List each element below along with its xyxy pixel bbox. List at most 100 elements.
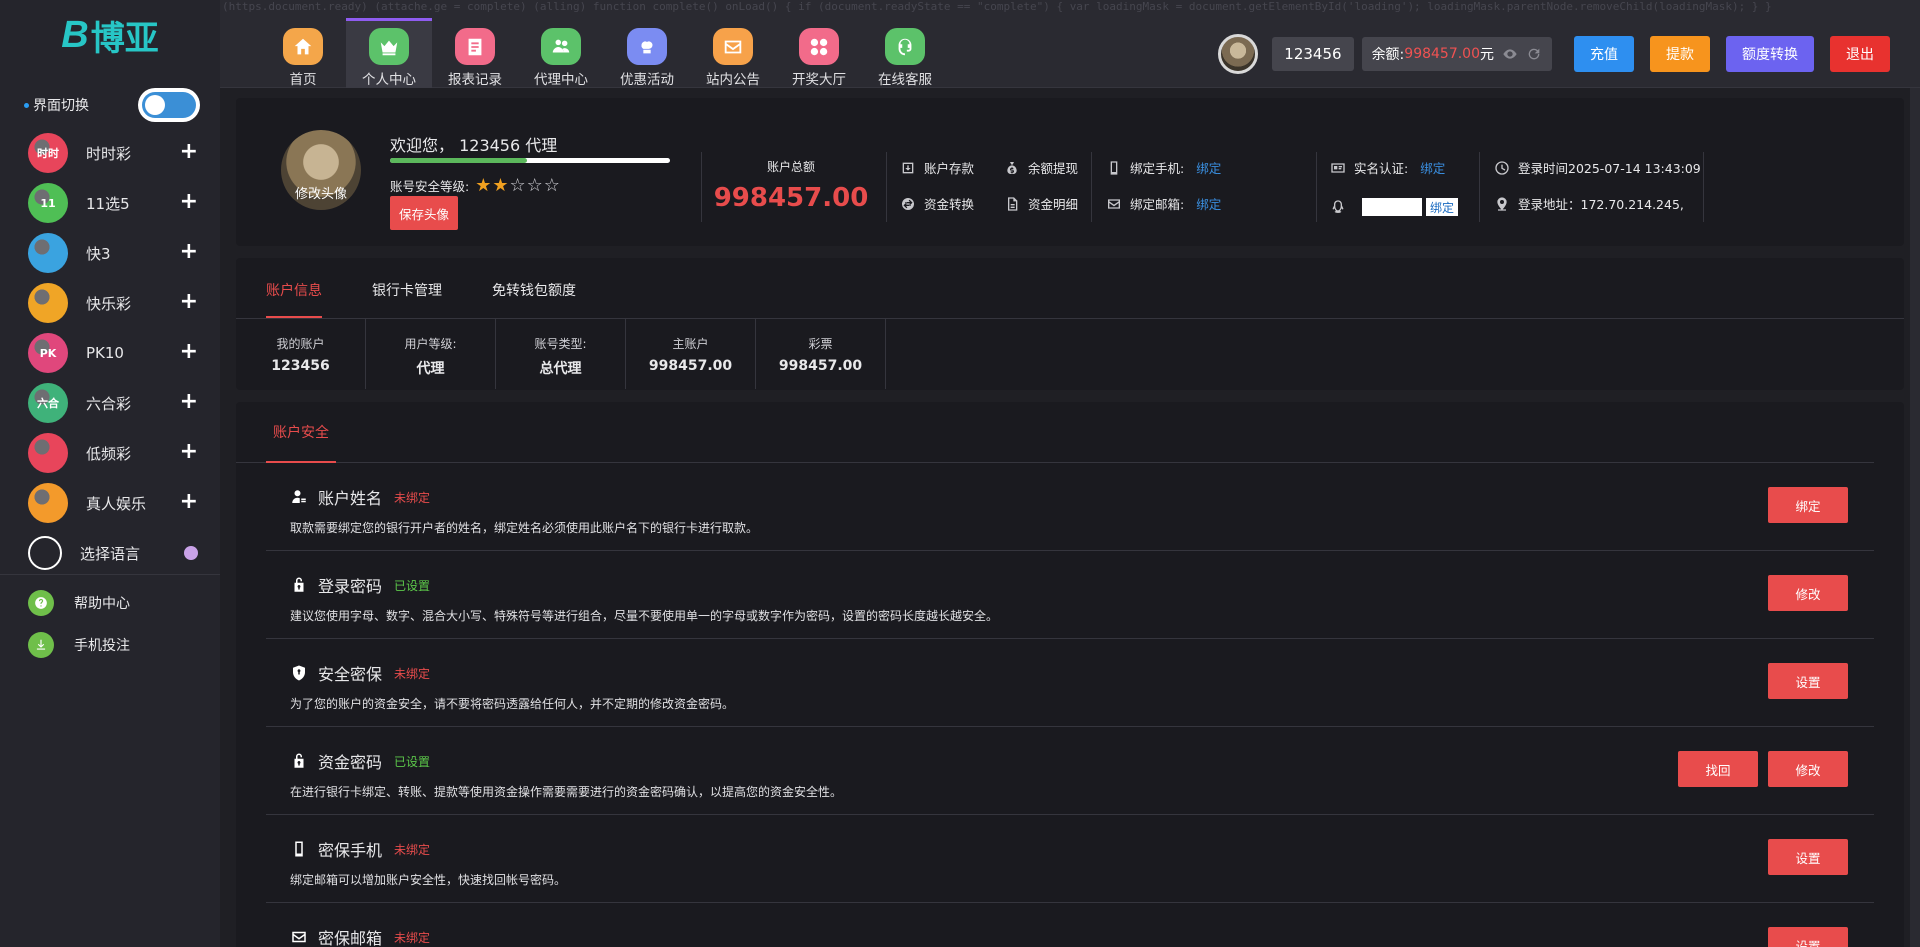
security-row-actions: 找回 修改 — [1678, 751, 1848, 787]
transfer-link[interactable]: 资金转换 — [900, 194, 974, 213]
status-badge: 未绑定 — [394, 842, 431, 857]
nav-item-crown[interactable]: 个人中心 — [346, 18, 432, 88]
sidebar-item-live[interactable]: 真人娱乐 + — [28, 478, 198, 528]
eye-icon[interactable] — [1502, 46, 1518, 62]
theme-dot-icon — [24, 102, 29, 108]
sidebar-item-lowfreq[interactable]: 低频彩 + — [28, 428, 198, 478]
id-card-icon — [1331, 162, 1345, 173]
grid-icon — [799, 28, 839, 65]
expand-plus-icon[interactable]: + — [180, 291, 198, 313]
deposit-link[interactable]: 账户存款 — [900, 158, 974, 177]
nav-item-home[interactable]: 首页 — [260, 18, 346, 88]
nav-item-mail[interactable]: 站内公告 — [690, 18, 776, 88]
expand-plus-icon[interactable]: + — [180, 491, 198, 513]
sidebar: 界面切换 时时 时时彩 +11 11选5 + 快3 + 快乐彩 + PK PK10 + 六合 六合彩 + 低频… — [0, 70, 220, 947]
security-row-name: 资金密码 — [318, 753, 383, 772]
language-dot-icon[interactable] — [184, 546, 198, 560]
account-info-key: 账号类型: — [534, 337, 587, 351]
sidebar-item-mobile[interactable]: 手机投注 — [28, 624, 130, 666]
profile-avatar[interactable]: 修改头像 — [281, 130, 361, 210]
withdraw-label: 余额提现 — [1028, 161, 1079, 176]
security-row: 登录密码 已设置 建议您使用字母、数字、混合大小写、特殊符号等进行组合，尽量不要使用… — [266, 551, 1874, 639]
account-info-card: 账户信息 银行卡管理 免转钱包额度 我的账户 123456 用户等级: 代理 账号类型: 总代… — [236, 258, 1904, 390]
sidebar-item-label: 手机投注 — [74, 638, 130, 654]
logo[interactable]: B 博亚 — [0, 0, 220, 70]
status-badge: 已设置 — [394, 754, 431, 769]
recharge-button[interactable]: 充值 — [1574, 36, 1634, 72]
tab-account-0[interactable]: 账户信息 — [266, 258, 322, 318]
money-bag-icon — [1007, 161, 1017, 174]
theme-toggle[interactable] — [138, 88, 200, 122]
account-info-cell: 主账户 998457.00 — [626, 319, 756, 389]
security-action-button[interactable]: 设置 — [1768, 927, 1848, 947]
security-row-title: 资金密码 已设置 — [290, 749, 430, 773]
sidebar-item-ssc[interactable]: 时时 时时彩 + — [28, 128, 198, 178]
security-action-button[interactable]: 修改 — [1768, 575, 1848, 611]
realname-link[interactable]: 绑定 — [1420, 158, 1445, 177]
tab-account-1[interactable]: 银行卡管理 — [372, 258, 442, 318]
security-action-button[interactable]: 修改 — [1768, 751, 1848, 787]
expand-plus-icon[interactable]: + — [180, 191, 198, 213]
sidebar-item-label: 快3 — [86, 244, 111, 263]
app-root: (https.document.ready) (attache.ge = com… — [0, 0, 1920, 947]
realname-label: 实名认证: — [1354, 161, 1409, 176]
security-action-button[interactable]: 设置 — [1768, 663, 1848, 699]
tab-account-2[interactable]: 免转钱包额度 — [492, 258, 576, 318]
sidebar-item-pk10[interactable]: PK PK10 + — [28, 328, 198, 378]
status-badge: 未绑定 — [394, 666, 431, 681]
security-list: 账户姓名 未绑定 取款需要绑定您的银行开户者的姓名，绑定姓名必须使用此账户名下的银行… — [236, 463, 1904, 947]
expand-plus-icon[interactable]: + — [180, 391, 198, 413]
nav-item-report[interactable]: 报表记录 — [432, 18, 518, 88]
sidebar-divider — [0, 574, 220, 575]
save-avatar-button[interactable]: 保存头像 — [390, 196, 458, 230]
details-label: 资金明细 — [1028, 197, 1079, 212]
top-code-strip: (https.document.ready) (attache.ge = com… — [222, 0, 1772, 13]
withdraw-link[interactable]: 余额提现 — [1004, 158, 1078, 177]
details-link[interactable]: 资金明细 — [1004, 194, 1078, 213]
security-action-button[interactable]: 设置 — [1768, 839, 1848, 875]
bind-email-link[interactable]: 绑定 — [1196, 194, 1221, 213]
bind-phone-link[interactable]: 绑定 — [1196, 158, 1221, 177]
qq-bind-button[interactable]: 绑定 — [1426, 198, 1459, 216]
transfer-button[interactable]: 额度转换 — [1726, 36, 1814, 72]
mail-icon — [713, 28, 753, 65]
security-row-title: 密保邮箱 未绑定 — [290, 925, 430, 947]
sidebar-item-language[interactable]: 选择语言 — [28, 528, 198, 578]
account-security-card: 账户安全 账户姓名 未绑定 取款需要绑定您的银行开户者的姓名，绑定姓名必须使用此账户… — [236, 402, 1904, 947]
header-username: 123456 — [1272, 37, 1354, 71]
sidebar-item-11x5[interactable]: 11 11选5 + — [28, 178, 198, 228]
nav-item-label: 优惠活动 — [620, 72, 674, 88]
expand-plus-icon[interactable]: + — [180, 241, 198, 263]
sidebar-item-help[interactable]: 帮助中心 — [28, 582, 130, 624]
header-right: 123456 余额: 998457.00 元 充值 提款 额度转换 退出 — [1218, 34, 1890, 74]
sidebar-item-lhc[interactable]: 六合 六合彩 + — [28, 378, 198, 428]
security-action-button[interactable]: 找回 — [1678, 751, 1758, 787]
nav-item-gift[interactable]: 优惠活动 — [604, 18, 690, 88]
security-level: 账号安全等级: ★★☆☆☆ — [390, 175, 561, 196]
nav-item-grid[interactable]: 开奖大厅 — [776, 18, 862, 88]
nav-item-support[interactable]: 在线客服 — [862, 18, 948, 88]
nav-item-agent[interactable]: 代理中心 — [518, 18, 604, 88]
expand-plus-icon[interactable]: + — [180, 141, 198, 163]
security-row-desc: 在进行银行卡绑定、转账、提款等使用资金操作需要需要进行的资金密码确认，以提高您的… — [290, 785, 843, 799]
account-info-cell: 我的账户 123456 — [236, 319, 366, 389]
withdraw-button[interactable]: 提款 — [1650, 36, 1710, 72]
qq-input[interactable] — [1362, 198, 1422, 216]
sidebar-item-happy[interactable]: 快乐彩 + — [28, 278, 198, 328]
security-row-name: 登录密码 — [318, 577, 383, 596]
tab-account-security[interactable]: 账户安全 — [266, 402, 336, 463]
balance-unit: 元 — [1480, 47, 1494, 63]
header-avatar[interactable] — [1218, 34, 1259, 74]
refresh-icon[interactable] — [1526, 46, 1542, 62]
expand-plus-icon[interactable]: + — [180, 341, 198, 363]
expand-plus-icon[interactable]: + — [180, 441, 198, 463]
sidebar-item-k3[interactable]: 快3 + — [28, 228, 198, 278]
k3-icon — [28, 233, 68, 273]
status-badge: 未绑定 — [394, 490, 431, 505]
logout-button[interactable]: 退出 — [1830, 36, 1890, 72]
security-row-actions: 设置 — [1768, 839, 1848, 875]
security-row-actions: 修改 — [1768, 575, 1848, 611]
page-scrollbar[interactable] — [1910, 88, 1920, 947]
security-action-button[interactable]: 绑定 — [1768, 487, 1848, 523]
user-icon — [292, 490, 306, 503]
